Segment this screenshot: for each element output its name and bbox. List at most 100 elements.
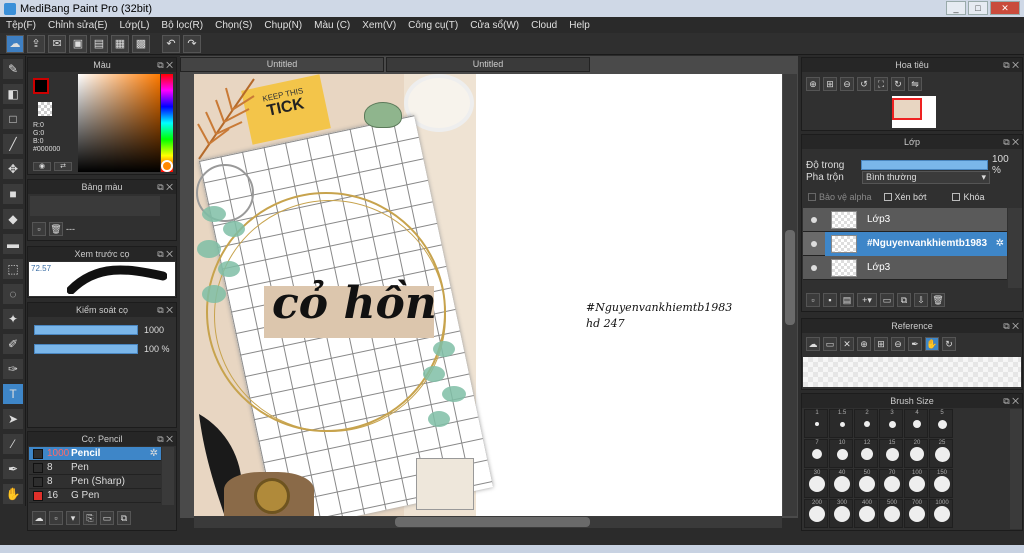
brush-size-cell[interactable]: 70 xyxy=(879,469,903,498)
menu-view[interactable]: Xem(V) xyxy=(356,20,402,31)
reference-close-icon[interactable]: ✕ xyxy=(840,337,854,351)
menu-cloud[interactable]: Cloud xyxy=(525,20,563,31)
protect-alpha-checkbox[interactable] xyxy=(808,193,816,201)
merge-layer-icon[interactable]: ⇩ xyxy=(914,293,928,307)
eye-icon[interactable] xyxy=(811,264,817,271)
brush-size-cell[interactable]: 500 xyxy=(879,499,903,528)
menu-capture[interactable]: Chụp(N) xyxy=(258,20,308,31)
chat-icon[interactable]: ✉ xyxy=(48,34,66,53)
brush-size-cell[interactable]: 10 xyxy=(829,439,853,468)
line-tool-icon[interactable]: ╱ xyxy=(3,134,23,154)
brush-item-g-pen[interactable]: 16 G Pen xyxy=(29,489,161,503)
color-mode-icon[interactable]: ◉ xyxy=(33,162,51,171)
menu-tools[interactable]: Công cụ(T) xyxy=(402,20,464,31)
fill-rect-icon[interactable]: ■ xyxy=(3,184,23,204)
reference-dropper-icon[interactable]: ✒ xyxy=(908,337,922,351)
reference-cloud-icon[interactable]: ☁ xyxy=(806,337,820,351)
delete-layer-icon[interactable]: 🗑 xyxy=(931,293,945,307)
cloud-icon[interactable]: ☁ xyxy=(6,34,24,53)
panel-close-icon[interactable]: ⧉ ✕ xyxy=(1003,135,1019,149)
select-rect-icon[interactable]: ⬚ xyxy=(3,259,23,279)
duplicate-icon[interactable]: ⧉ xyxy=(117,511,131,525)
navigator-thumbnail[interactable] xyxy=(892,96,936,128)
brush-size-cell[interactable]: 2 xyxy=(854,409,878,438)
move-tool-icon[interactable]: ✥ xyxy=(3,159,23,179)
reference-view[interactable] xyxy=(803,357,1021,387)
add-layer-menu-icon[interactable]: +▾ xyxy=(857,293,877,307)
new-layer-icon[interactable]: ▫ xyxy=(806,293,820,307)
canvas-horizontal-scroll-thumb[interactable] xyxy=(395,517,590,527)
eye-icon[interactable] xyxy=(811,240,817,247)
brush-size-cell[interactable]: 20 xyxy=(904,439,928,468)
dropper-tool-icon[interactable]: ⁄ xyxy=(3,434,23,454)
brush-item-pencil[interactable]: 1000 Pencil ✲ xyxy=(29,447,161,461)
brush-size-cell[interactable]: 5 xyxy=(929,409,953,438)
layer-item[interactable]: Lớp3 xyxy=(803,208,1007,232)
eyedropper-icon[interactable]: ✒ xyxy=(3,459,23,479)
brush-size-cell[interactable]: 1000 xyxy=(929,499,953,528)
panel-close-icon[interactable]: ⧉ ✕ xyxy=(157,432,173,446)
add-brush-icon[interactable]: ▫ xyxy=(49,511,63,525)
copy-brush-icon[interactable]: ⎘ xyxy=(83,511,97,525)
brush-list-scrollbar[interactable] xyxy=(162,447,174,505)
brush-size-cell[interactable]: 300 xyxy=(829,499,853,528)
layer-opacity-slider[interactable] xyxy=(861,160,988,170)
brush-size-cell[interactable]: 7 xyxy=(804,439,828,468)
redo-icon[interactable]: ↷ xyxy=(183,34,201,53)
lasso-tool-icon[interactable]: ◌ xyxy=(3,284,23,304)
document-canvas[interactable]: KEEP THIS TICK cỏ hồn #Nguyenvankhiemtb1… xyxy=(194,74,782,516)
folder-icon[interactable]: ▭ xyxy=(100,511,114,525)
panel-icon[interactable]: ▦ xyxy=(111,34,129,53)
menu-layer[interactable]: Lớp(L) xyxy=(114,20,156,31)
blend-mode-select[interactable]: Bình thường ▾ xyxy=(862,171,990,184)
add-palette-icon[interactable]: ▫ xyxy=(32,222,46,236)
zoom-out-icon[interactable]: ⊖ xyxy=(840,77,854,91)
brush-size-cell[interactable]: 100 xyxy=(904,469,928,498)
brush-opacity-slider[interactable] xyxy=(34,344,138,354)
menu-file[interactable]: Tệp(F) xyxy=(0,20,42,31)
brush-size-cell[interactable]: 50 xyxy=(854,469,878,498)
menu-filter[interactable]: Bộ lọc(R) xyxy=(155,20,209,31)
color-swap-icon[interactable]: ⇄ xyxy=(54,162,72,171)
brush-size-cell[interactable]: 1 xyxy=(804,409,828,438)
secondary-color-swatch[interactable] xyxy=(38,102,52,116)
bucket-tool-icon[interactable]: ◆ xyxy=(3,209,23,229)
eraser-tool-icon[interactable]: ◧ xyxy=(3,84,23,104)
reference-hand-icon[interactable]: ✋ xyxy=(925,337,939,351)
brush-size-slider[interactable] xyxy=(34,325,138,335)
brush-size-cell[interactable]: 25 xyxy=(929,439,953,468)
hand-tool-icon[interactable]: ✋ xyxy=(3,484,23,504)
eye-icon[interactable] xyxy=(811,216,817,223)
brush-size-cell[interactable]: 4 xyxy=(904,409,928,438)
layer-folder-icon[interactable]: ▭ xyxy=(880,293,894,307)
hue-slider[interactable] xyxy=(161,74,173,172)
zoom-fit-icon[interactable]: ⊞ xyxy=(823,77,837,91)
brush-tool-icon[interactable]: ✎ xyxy=(3,59,23,79)
menu-edit[interactable]: Chỉnh sửa(E) xyxy=(42,20,114,31)
brush-size-cell[interactable]: 40 xyxy=(829,469,853,498)
select-pen-icon[interactable]: ✐ xyxy=(3,334,23,354)
panel-close-icon[interactable]: ⧉ ✕ xyxy=(157,180,173,194)
clipping-checkbox[interactable] xyxy=(883,193,892,201)
brush-size-cell[interactable]: 1.5 xyxy=(829,409,853,438)
canvas-vertical-scroll-thumb[interactable] xyxy=(785,230,795,325)
delete-palette-icon[interactable]: 🗑 xyxy=(49,222,63,236)
gear-icon[interactable]: ✲ xyxy=(996,238,1004,249)
brush-size-cell[interactable]: 30 xyxy=(804,469,828,498)
lock-checkbox[interactable] xyxy=(952,193,961,201)
close-button[interactable]: ✕ xyxy=(990,1,1020,15)
fit-window-icon[interactable]: ⛶ xyxy=(874,77,888,91)
share-icon[interactable]: ⇪ xyxy=(27,34,45,53)
panel-close-icon[interactable]: ⧉ ✕ xyxy=(1003,58,1019,72)
gear-icon[interactable]: ✲ xyxy=(150,448,158,459)
brush-item-pen[interactable]: 8 Pen xyxy=(29,461,161,475)
brush-size-cell[interactable]: 700 xyxy=(904,499,928,528)
panel-close-icon[interactable]: ⧉ ✕ xyxy=(1003,394,1019,408)
hue-handle-icon[interactable] xyxy=(161,160,173,172)
panel-close-icon[interactable]: ⧉ ✕ xyxy=(157,303,173,317)
primary-color-swatch[interactable] xyxy=(33,78,49,94)
shape-tool-icon[interactable]: □ xyxy=(3,109,23,129)
new-halftone-layer-icon[interactable]: ▪ xyxy=(823,293,837,307)
brush-size-cell[interactable]: 150 xyxy=(929,469,953,498)
panel-close-icon[interactable]: ⧉ ✕ xyxy=(157,247,173,261)
